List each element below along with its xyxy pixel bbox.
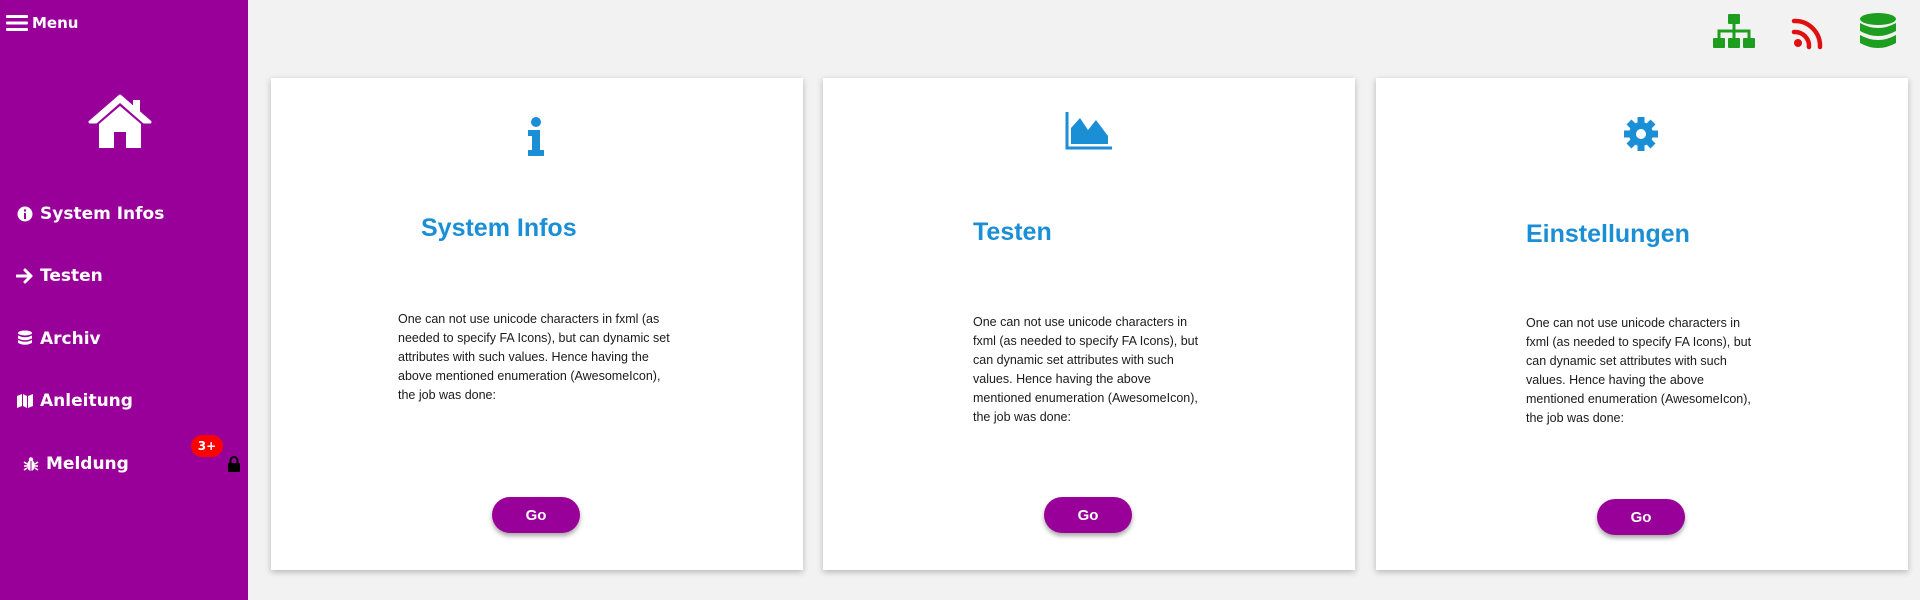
info-icon bbox=[528, 117, 544, 156]
go-button[interactable]: Go bbox=[492, 497, 580, 533]
sidebar-item-label: Meldung bbox=[46, 454, 129, 474]
sidebar-item-label: Archiv bbox=[40, 329, 101, 349]
card-einstellungen: Einstellungen One can not use unicode ch… bbox=[1376, 78, 1908, 570]
arrow-right-icon bbox=[16, 267, 34, 285]
home-icon[interactable] bbox=[86, 92, 154, 152]
area-chart-icon bbox=[1065, 112, 1112, 150]
rss-feed-icon[interactable] bbox=[1788, 12, 1832, 52]
hamburger-icon bbox=[6, 15, 28, 31]
card-title: Testen bbox=[973, 218, 1052, 246]
go-button[interactable]: Go bbox=[1597, 499, 1685, 535]
go-button[interactable]: Go bbox=[1044, 497, 1132, 533]
sidebar: Menu System Infos Testen Archiv Anleitun… bbox=[0, 0, 248, 600]
sidebar-item-meldung[interactable]: Meldung bbox=[22, 454, 129, 474]
card-system-infos: System Infos One can not use unicode cha… bbox=[271, 78, 803, 570]
sidebar-item-label: Testen bbox=[40, 266, 103, 286]
database-icon bbox=[16, 330, 34, 348]
sidebar-item-system-infos[interactable]: System Infos bbox=[16, 204, 164, 224]
map-icon bbox=[16, 392, 34, 410]
menu-label: Menu bbox=[32, 14, 79, 32]
gear-icon bbox=[1624, 117, 1658, 151]
network-sitemap-icon[interactable] bbox=[1712, 12, 1756, 52]
card-title: Einstellungen bbox=[1526, 220, 1690, 248]
menu-toggle[interactable]: Menu bbox=[6, 14, 78, 32]
sidebar-item-label: Anleitung bbox=[40, 391, 133, 411]
sidebar-item-testen[interactable]: Testen bbox=[16, 266, 103, 286]
card-description: One can not use unicode characters in fx… bbox=[1526, 316, 1752, 425]
notification-badge: 3+ bbox=[191, 435, 223, 457]
card-testen: Testen One can not use unicode character… bbox=[823, 78, 1355, 570]
bug-icon bbox=[22, 455, 40, 473]
card-description: One can not use unicode characters in fx… bbox=[398, 312, 670, 402]
sidebar-item-archiv[interactable]: Archiv bbox=[16, 329, 101, 349]
info-circle-icon bbox=[16, 205, 34, 223]
lock-icon bbox=[228, 456, 240, 472]
database-status-icon[interactable] bbox=[1856, 12, 1900, 52]
card-description: One can not use unicode characters in fx… bbox=[973, 315, 1199, 424]
sidebar-item-anleitung[interactable]: Anleitung bbox=[16, 391, 133, 411]
sidebar-item-label: System Infos bbox=[40, 204, 165, 224]
card-title: System Infos bbox=[421, 214, 577, 242]
